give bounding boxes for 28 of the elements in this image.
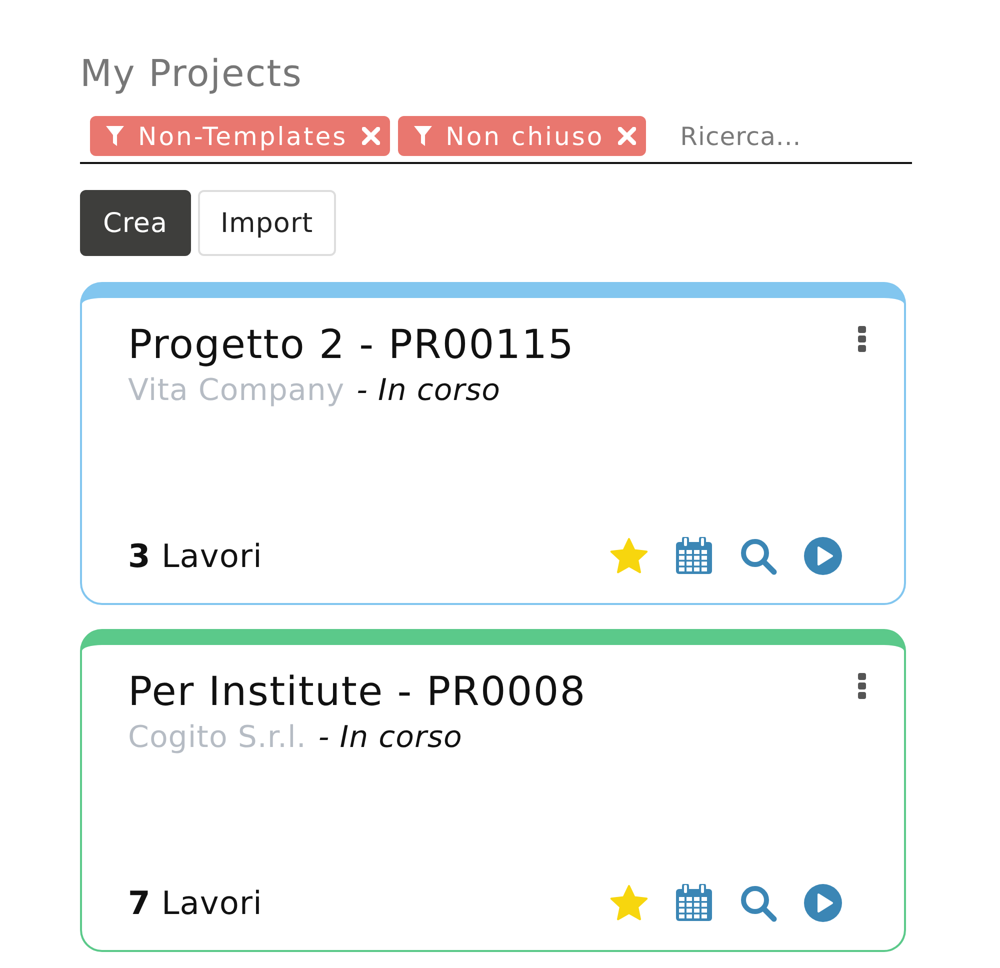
job-count: 7 Lavori bbox=[128, 884, 262, 922]
project-title[interactable]: Progetto 2 - PR00115 bbox=[128, 318, 574, 372]
star-icon[interactable] bbox=[610, 885, 648, 921]
search-icon[interactable] bbox=[740, 538, 777, 574]
job-count: 3 Lavori bbox=[128, 537, 262, 575]
close-icon[interactable] bbox=[618, 127, 636, 145]
company-name: Vita Company bbox=[128, 372, 345, 410]
play-icon[interactable] bbox=[804, 537, 842, 575]
close-icon[interactable] bbox=[362, 127, 380, 145]
kebab-menu-icon[interactable] bbox=[858, 673, 866, 699]
filter-icon bbox=[414, 126, 432, 146]
search-field[interactable]: Ricerca... bbox=[680, 118, 912, 154]
company-name: Cogito S.r.l. bbox=[128, 719, 306, 757]
facet-label: Non chiuso bbox=[446, 122, 604, 150]
search-icon[interactable] bbox=[740, 884, 777, 922]
star-icon[interactable] bbox=[610, 538, 648, 574]
project-title[interactable]: Per Institute - PR0008 bbox=[128, 665, 586, 719]
import-button[interactable]: Import bbox=[198, 190, 336, 256]
project-status: - In corso bbox=[318, 719, 462, 757]
project-status: - In corso bbox=[356, 372, 501, 410]
page-title: My Projects bbox=[80, 52, 304, 96]
facet-label: Non-Templates bbox=[138, 122, 348, 150]
kebab-menu-icon[interactable] bbox=[858, 326, 866, 352]
play-icon[interactable] bbox=[804, 884, 842, 922]
filter-icon bbox=[106, 126, 124, 146]
calendar-icon[interactable] bbox=[675, 537, 713, 575]
create-button[interactable]: Crea bbox=[80, 190, 191, 256]
calendar-icon[interactable] bbox=[675, 884, 713, 922]
